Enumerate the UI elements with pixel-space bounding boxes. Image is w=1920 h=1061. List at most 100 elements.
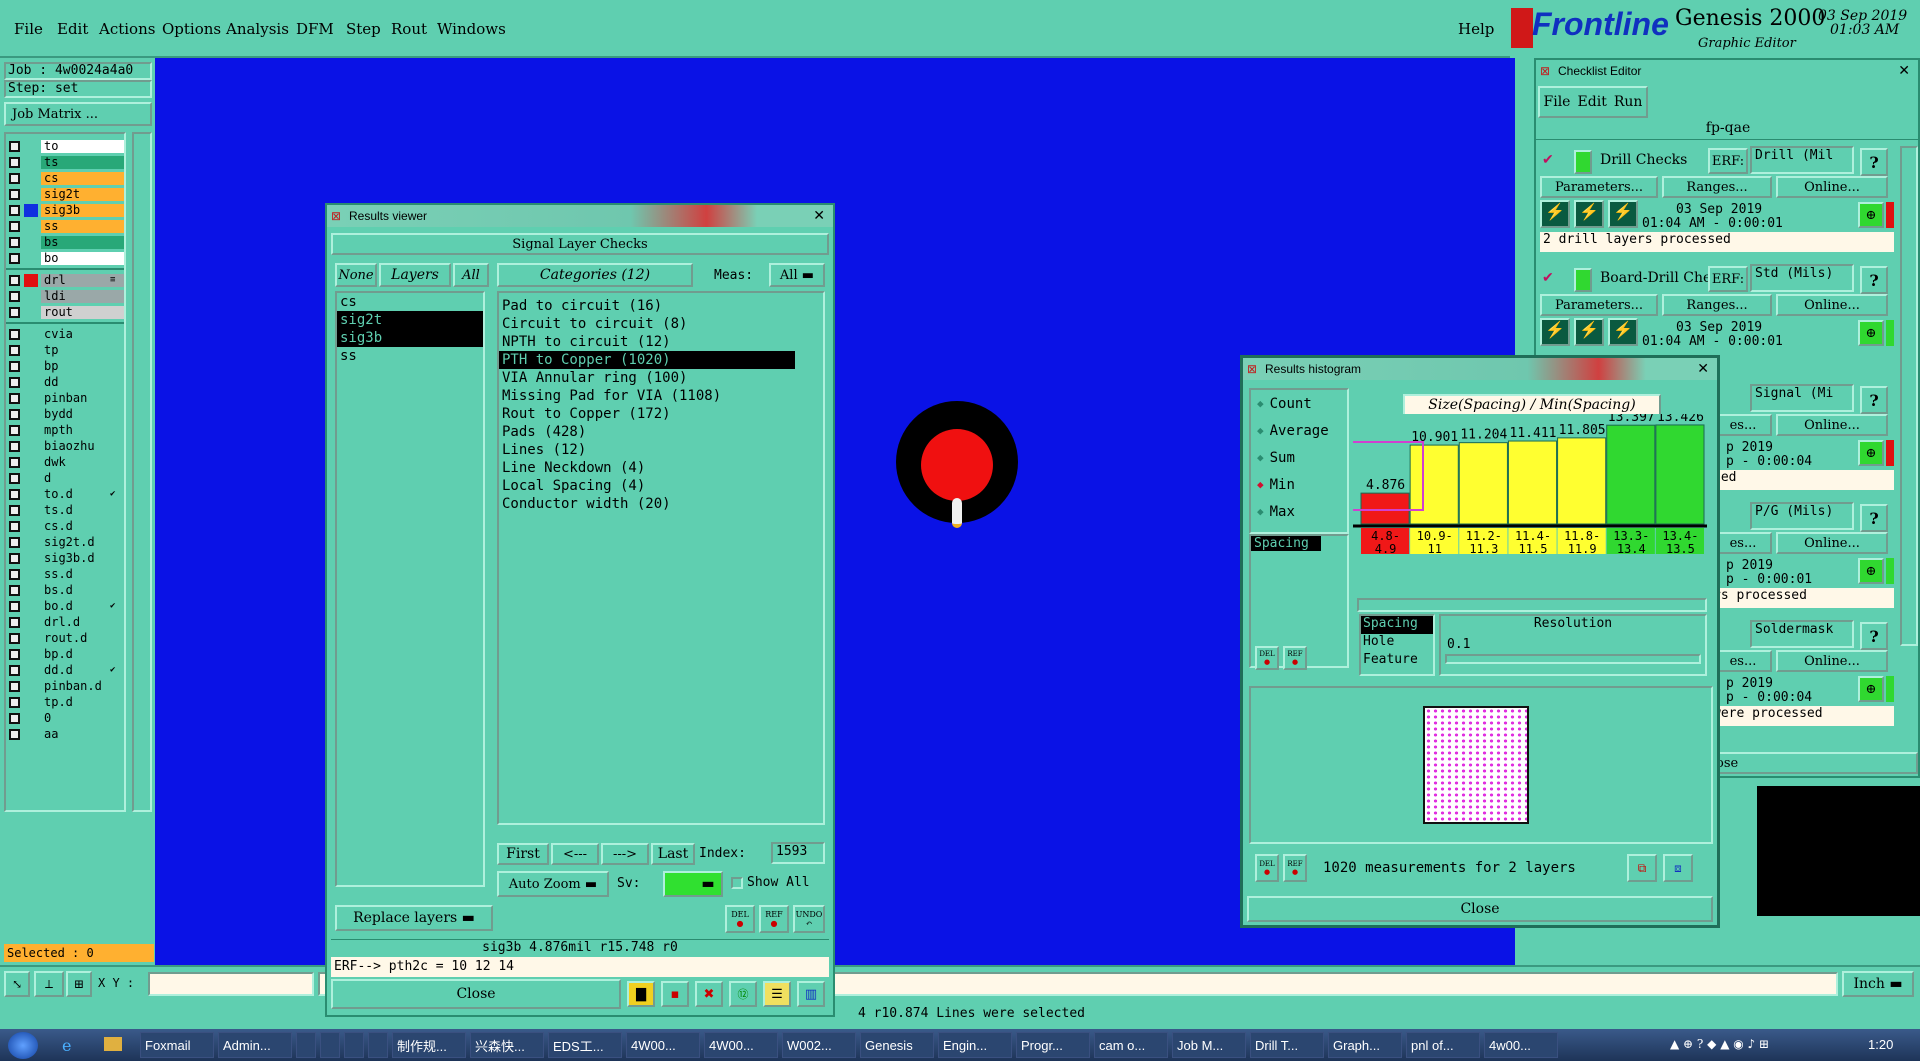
measure-type-item[interactable]: Feature: [1361, 652, 1433, 670]
category-item[interactable]: Conductor width (20): [499, 495, 795, 513]
help-icon[interactable]: ?: [1860, 622, 1888, 650]
close-icon[interactable]: ✕: [1898, 62, 1910, 79]
layer-swatch[interactable]: [24, 408, 38, 421]
layer-swatch[interactable]: [24, 392, 38, 405]
layer-name[interactable]: sig2t: [41, 187, 124, 201]
layer-name[interactable]: bydd: [41, 407, 124, 421]
layer-swatch[interactable]: [24, 424, 38, 437]
help-icon[interactable]: ?: [1860, 266, 1888, 294]
layer-checkbox[interactable]: [9, 696, 20, 708]
erf-value[interactable]: Std (Mils): [1750, 264, 1854, 292]
layer-name[interactable]: ts: [41, 155, 124, 169]
layer-row[interactable]: biaozhu: [6, 438, 124, 454]
layer-name[interactable]: tp.d: [41, 695, 124, 709]
layer-row[interactable]: dd.d ✔: [6, 662, 124, 678]
layer-checkbox[interactable]: [9, 328, 20, 340]
layer-swatch[interactable]: [24, 360, 38, 373]
erf-value[interactable]: Soldermask: [1750, 620, 1854, 648]
checklist-menu-edit[interactable]: Edit: [1578, 94, 1607, 110]
layer-swatch[interactable]: [24, 203, 38, 217]
layer-checkbox[interactable]: [9, 306, 20, 318]
layer-swatch[interactable]: [24, 584, 38, 597]
layer-checkbox[interactable]: [9, 204, 20, 216]
layer-row[interactable]: bo: [6, 250, 124, 266]
layer-name[interactable]: ss: [41, 219, 124, 233]
layer-row[interactable]: bs: [6, 234, 124, 250]
layer-checkbox[interactable]: [9, 600, 20, 612]
layer-checkbox[interactable]: [9, 360, 20, 372]
close-button[interactable]: Close: [1247, 896, 1713, 922]
menu-file[interactable]: File: [14, 20, 43, 38]
layer-checkbox[interactable]: [9, 220, 20, 232]
run-all-icon[interactable]: ⚡: [1540, 318, 1570, 346]
layer-swatch[interactable]: [24, 140, 38, 153]
layer-row[interactable]: tp: [6, 342, 124, 358]
layer-row[interactable]: ss.d: [6, 566, 124, 582]
ranges-button[interactable]: es...: [1714, 650, 1772, 672]
next-button[interactable]: --->: [601, 843, 649, 865]
histogram-bar[interactable]: [1655, 424, 1705, 525]
taskbar-item[interactable]: [320, 1032, 340, 1058]
layer-row[interactable]: sig2t: [6, 186, 124, 202]
checklist-titlebar[interactable]: ⊠ Checklist Editor ✕: [1536, 60, 1918, 82]
histogram-bar[interactable]: [1507, 440, 1558, 525]
taskbar-item[interactable]: Job M...: [1172, 1032, 1246, 1058]
online-button[interactable]: Online...: [1776, 294, 1888, 316]
layer-row[interactable]: mpth: [6, 422, 124, 438]
aggregate-option-max[interactable]: ◆ Max: [1251, 498, 1347, 525]
layer-name[interactable]: d: [41, 471, 124, 485]
erf-value[interactable]: P/G (Mils): [1750, 502, 1854, 530]
category-item[interactable]: NPTH to circuit (12): [499, 333, 795, 351]
layer-row[interactable]: ldi: [6, 288, 124, 304]
taskbar-item[interactable]: cam o...: [1094, 1032, 1168, 1058]
layer-swatch[interactable]: [24, 696, 38, 709]
index-input[interactable]: 1593: [771, 842, 825, 864]
ie-icon[interactable]: e: [62, 1036, 80, 1055]
layer-checkbox[interactable]: [9, 632, 20, 644]
category-item[interactable]: Missing Pad for VIA (1108): [499, 387, 795, 405]
layer-row[interactable]: d: [6, 470, 124, 486]
menu-actions[interactable]: Actions: [99, 20, 155, 38]
layer-checkbox[interactable]: [9, 584, 20, 596]
menu-edit[interactable]: Edit: [57, 20, 88, 38]
layer-swatch[interactable]: [24, 664, 38, 677]
measure-type-item[interactable]: Hole: [1361, 634, 1433, 652]
measure-type-item[interactable]: Spacing: [1361, 616, 1433, 634]
run-step-icon[interactable]: ⚡: [1574, 200, 1604, 228]
layer-checkbox[interactable]: [9, 140, 20, 152]
layer-swatch[interactable]: [24, 472, 38, 485]
spacing-tag[interactable]: Spacing: [1251, 536, 1321, 551]
help-icon[interactable]: ?: [1860, 386, 1888, 414]
flag-icon[interactable]: ▪: [661, 981, 689, 1007]
aggregate-option-sum[interactable]: ◆ Sum: [1251, 444, 1347, 471]
run-stop-icon[interactable]: ⚡: [1608, 200, 1638, 228]
close-icon[interactable]: ✕: [1697, 360, 1709, 377]
taskbar-item[interactable]: W002...: [782, 1032, 856, 1058]
erf-value[interactable]: Drill (Mil: [1750, 146, 1854, 174]
taskbar-item[interactable]: EDS工...: [548, 1032, 622, 1058]
chart-window-icon[interactable]: ⧈: [1663, 854, 1693, 882]
layer-row[interactable]: ts: [6, 154, 124, 170]
layer-name[interactable]: tp: [41, 343, 124, 357]
layer-swatch[interactable]: [24, 600, 38, 613]
select-tool-icon[interactable]: ⤡: [4, 971, 30, 997]
layer-result-item[interactable]: cs: [337, 293, 483, 311]
category-item[interactable]: PTH to Copper (1020): [499, 351, 795, 369]
layer-swatch[interactable]: [24, 290, 38, 303]
layer-row[interactable]: drl.d: [6, 614, 124, 630]
category-item[interactable]: Lines (12): [499, 441, 795, 459]
layer-swatch[interactable]: [24, 376, 38, 389]
layer-checkbox[interactable]: [9, 376, 20, 388]
taskbar-item[interactable]: [296, 1032, 316, 1058]
radio-icon[interactable]: ◆: [1257, 397, 1264, 410]
erase-icon[interactable]: ✖: [695, 981, 723, 1007]
taskbar-item[interactable]: Drill T...: [1250, 1032, 1324, 1058]
taskbar-item[interactable]: pnl of...: [1406, 1032, 1480, 1058]
measure-tool-icon[interactable]: ⟂: [34, 971, 64, 997]
layer-swatch[interactable]: [24, 328, 38, 341]
zoom-icon[interactable]: ⊕: [1858, 202, 1884, 228]
highlight-icon[interactable]: ▇: [627, 981, 655, 1007]
layer-name[interactable]: bs: [41, 235, 124, 249]
first-button[interactable]: First: [497, 843, 549, 865]
layer-row[interactable]: pinban: [6, 390, 124, 406]
